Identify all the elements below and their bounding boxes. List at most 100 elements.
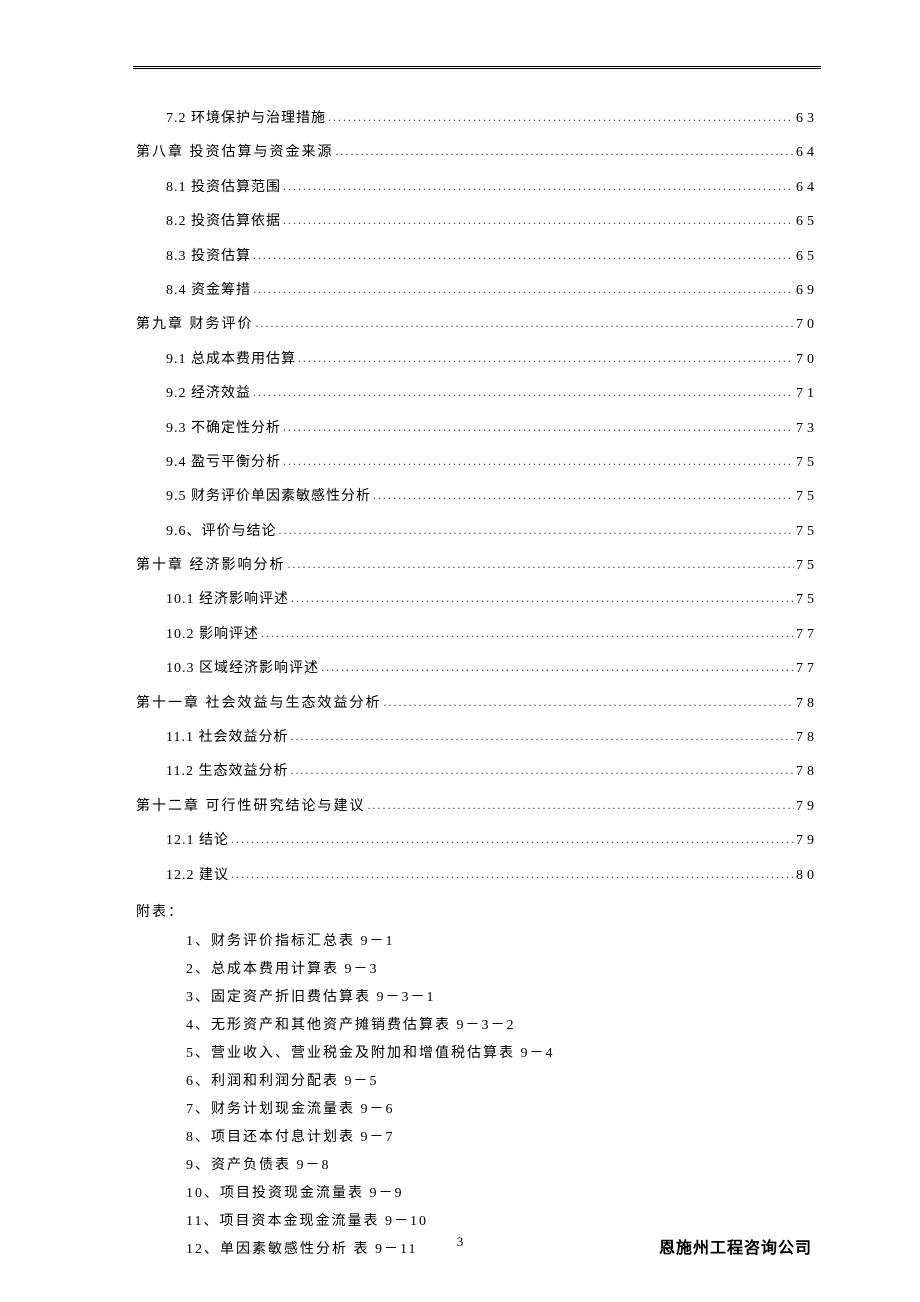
toc-leader-dots (283, 418, 794, 437)
toc-page-number: 75 (796, 452, 818, 474)
toc-leader-dots (283, 177, 794, 196)
toc-row: 9.3 不确定性分析 73 (136, 418, 818, 440)
appendix-item: 3、固定资产折旧费估算表 9－3－1 (136, 984, 818, 1012)
toc-leader-dots (256, 314, 795, 333)
toc-page-number: 70 (796, 314, 818, 336)
toc-page-number: 75 (796, 589, 818, 611)
toc-page-number: 77 (796, 624, 818, 646)
toc-leader-dots (231, 865, 794, 884)
appendix-section: 附表： 1、财务评价指标汇总表 9－12、总成本费用计算表 9－33、固定资产折… (136, 899, 818, 1264)
toc-row: 第九章 财务评价 70 (136, 314, 818, 336)
toc-row: 12.1 结论 79 (136, 830, 818, 852)
page-content: 7.2 环境保护与治理措施63第八章 投资估算与资金来源648.1 投资估算范围… (136, 108, 818, 1264)
toc-label: 9.4 盈亏平衡分析 (166, 452, 281, 474)
appendix-item: 5、营业收入、营业税金及附加和增值税估算表 9－4 (136, 1040, 818, 1068)
toc-row: 8.2 投资估算依据 65 (136, 211, 818, 233)
toc-leader-dots (261, 624, 794, 643)
toc-row: 9.5 财务评价单因素敏感性分析75 (136, 486, 818, 508)
toc-row: 9.2 经济效益 71 (136, 383, 818, 405)
appendix-item: 6、利润和利润分配表 9－5 (136, 1068, 818, 1096)
appendix-item: 2、总成本费用计算表 9－3 (136, 956, 818, 984)
appendix-item: 4、无形资产和其他资产摊销费估算表 9－3－2 (136, 1012, 818, 1040)
toc-label: 9.1 总成本费用估算 (166, 349, 296, 371)
toc-label: 9.3 不确定性分析 (166, 418, 281, 440)
toc-row: 9.1 总成本费用估算 70 (136, 349, 818, 371)
toc-label: 第八章 投资估算与资金来源 (136, 142, 334, 164)
toc-row: 第十二章 可行性研究结论与建议 79 (136, 796, 818, 818)
toc-row: 11.1 社会效益分析 78 (136, 727, 818, 749)
appendix-item: 7、财务计划现金流量表 9－6 (136, 1096, 818, 1124)
toc-label: 10.3 区域经济影响评述 (166, 658, 319, 680)
toc-leader-dots (384, 693, 795, 712)
appendix-item: 8、项目还本付息计划表 9－7 (136, 1124, 818, 1152)
toc-row: 7.2 环境保护与治理措施 63 (136, 108, 818, 130)
toc-page-number: 75 (796, 521, 818, 543)
toc-page-number: 79 (796, 796, 818, 818)
toc-label: 7.2 环境保护与治理措施 (166, 108, 326, 130)
toc-leader-dots (291, 589, 794, 608)
toc-label: 9.5 财务评价单因素敏感性分析 (166, 486, 371, 508)
toc-page-number: 65 (796, 246, 818, 268)
toc-row: 12.2 建议 80 (136, 865, 818, 887)
toc-label: 8.3 投资估算 (166, 246, 251, 268)
toc-page-number: 77 (796, 658, 818, 680)
toc-label: 第九章 财务评价 (136, 314, 254, 336)
appendix-item: 11、项目资本金现金流量表 9－10 (136, 1208, 818, 1236)
toc-page-number: 78 (796, 727, 818, 749)
toc-leader-dots (290, 761, 794, 780)
toc-leader-dots (368, 796, 795, 815)
toc-row: 8.3 投资估算 65 (136, 246, 818, 268)
toc-row: 8.4 资金筹措 69 (136, 280, 818, 302)
toc-label: 11.2 生态效益分析 (166, 761, 288, 783)
toc-leader-dots (290, 727, 794, 746)
toc-leader-dots (231, 830, 794, 849)
toc-leader-dots (253, 383, 794, 402)
toc-row: 9.4 盈亏平衡分析 75 (136, 452, 818, 474)
toc-leader-dots (321, 658, 794, 677)
toc-label: 9.2 经济效益 (166, 383, 251, 405)
toc-label: 12.2 建议 (166, 865, 229, 887)
toc-row: 第八章 投资估算与资金来源 64 (136, 142, 818, 164)
toc-row: 10.3 区域经济影响评述 77 (136, 658, 818, 680)
toc-page-number: 79 (796, 830, 818, 852)
toc-row: 第十章 经济影响分析 75 (136, 555, 818, 577)
toc-leader-dots (373, 486, 794, 505)
toc-label: 12.1 结论 (166, 830, 229, 852)
toc-row: 9.6、评价与结论 75 (136, 521, 818, 543)
toc-page-number: 70 (796, 349, 818, 371)
toc-page-number: 80 (796, 865, 818, 887)
toc-page-number: 71 (796, 383, 818, 405)
appendix-item: 1、财务评价指标汇总表 9－1 (136, 928, 818, 956)
company-name: 恩施州工程咨询公司 (659, 1234, 812, 1258)
toc-label: 第十二章 可行性研究结论与建议 (136, 796, 366, 818)
toc-row: 10.2 影响评述 77 (136, 624, 818, 646)
toc-page-number: 65 (796, 211, 818, 233)
toc-leader-dots (253, 246, 794, 265)
toc-label: 10.1 经济影响评述 (166, 589, 289, 611)
toc-row: 第十一章 社会效益与生态效益分析 78 (136, 693, 818, 715)
toc-page-number: 69 (796, 280, 818, 302)
toc-label: 8.1 投资估算范围 (166, 177, 281, 199)
toc-label: 11.1 社会效益分析 (166, 727, 288, 749)
toc-label: 10.2 影响评述 (166, 624, 259, 646)
toc-row: 8.1 投资估算范围 64 (136, 177, 818, 199)
toc-page-number: 78 (796, 761, 818, 783)
toc-page-number: 64 (796, 142, 818, 164)
toc-label: 9.6、评价与结论 (166, 521, 277, 543)
toc-label: 第十章 经济影响分析 (136, 555, 286, 577)
toc-page-number: 78 (796, 693, 818, 715)
toc-leader-dots (283, 452, 794, 471)
toc-leader-dots (279, 521, 795, 540)
toc-page-number: 73 (796, 418, 818, 440)
toc-page-number: 64 (796, 177, 818, 199)
toc-row: 11.2 生态效益分析 78 (136, 761, 818, 783)
page-number: 3 (457, 1234, 464, 1250)
toc-label: 8.2 投资估算依据 (166, 211, 281, 233)
toc-page-number: 63 (796, 108, 818, 130)
toc-page-number: 75 (796, 555, 818, 577)
toc-label: 第十一章 社会效益与生态效益分析 (136, 693, 382, 715)
toc-leader-dots (253, 280, 794, 299)
appendix-list: 1、财务评价指标汇总表 9－12、总成本费用计算表 9－33、固定资产折旧费估算… (136, 928, 818, 1264)
table-of-contents: 7.2 环境保护与治理措施63第八章 投资估算与资金来源648.1 投资估算范围… (136, 108, 818, 887)
toc-label: 8.4 资金筹措 (166, 280, 251, 302)
